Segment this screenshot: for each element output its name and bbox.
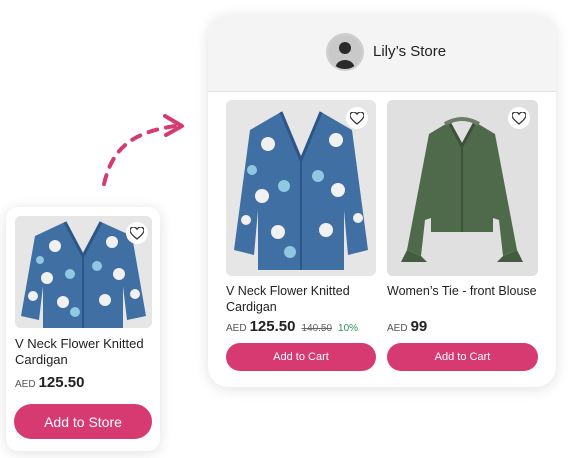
- product-title: Women’s Tie - front Blouse: [387, 284, 537, 298]
- favorite-heart-icon[interactable]: [126, 222, 148, 244]
- price-value: 125.50: [249, 318, 296, 335]
- product-card[interactable]: V Neck Flower Knitted Cardigan AED 125.5…: [6, 207, 160, 451]
- add-to-store-button[interactable]: Add to Store: [14, 404, 152, 439]
- product-title: V Neck Flower Knitted Cardigan: [15, 336, 144, 367]
- product-image[interactable]: [226, 100, 376, 276]
- currency-label: AED: [226, 323, 247, 334]
- store-name: Lily’s Store: [373, 43, 447, 60]
- price-row: AED 125.50 140.50 10%: [226, 318, 358, 335]
- price-value: 125.50: [38, 374, 85, 391]
- price-value: 99: [410, 318, 428, 335]
- product-image[interactable]: [15, 216, 152, 328]
- currency-label: AED: [15, 379, 36, 390]
- price-row: AED 125.50: [15, 374, 84, 391]
- store-header: Lily’s Store: [208, 15, 556, 92]
- product-title: V Neck Flower Knitted Cardigan: [226, 284, 350, 314]
- store-card: Lily’s Store V Neck Flower Knitted Cardi…: [208, 15, 556, 387]
- favorite-heart-icon[interactable]: [508, 107, 530, 129]
- store-avatar[interactable]: [326, 33, 364, 71]
- add-to-cart-button[interactable]: Add to Cart: [226, 343, 376, 371]
- price-row: AED 99: [387, 318, 427, 335]
- currency-label: AED: [387, 323, 408, 334]
- add-to-cart-button[interactable]: Add to Cart: [387, 343, 538, 371]
- discount-badge: 10%: [338, 323, 359, 334]
- original-price: 140.50: [301, 323, 333, 334]
- favorite-heart-icon[interactable]: [346, 107, 368, 129]
- product-image[interactable]: [387, 100, 538, 276]
